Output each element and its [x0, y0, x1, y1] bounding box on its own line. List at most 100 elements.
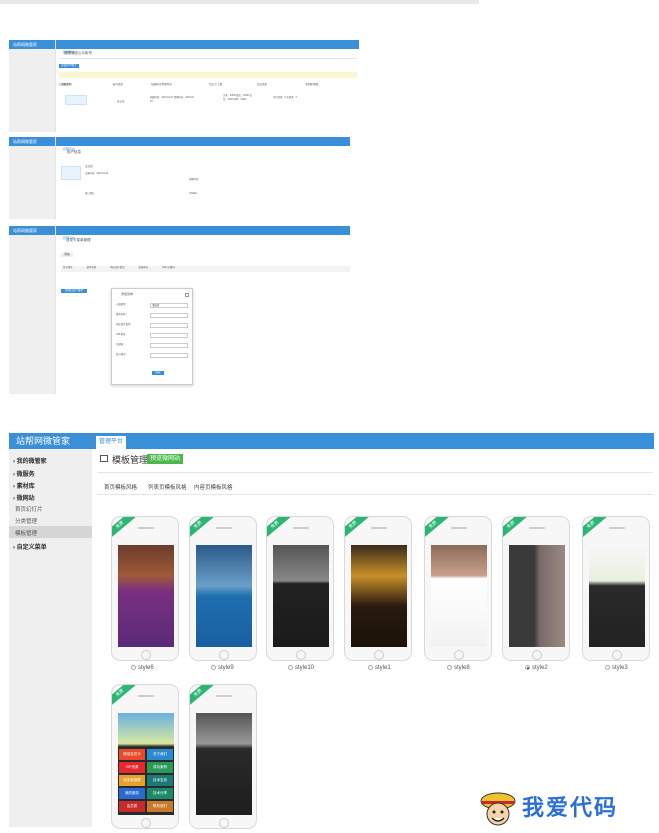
- cell-label: 会员秀: [126, 804, 138, 808]
- template-name: style8: [454, 665, 470, 672]
- template-card-style6[interactable]: 免费: [111, 516, 179, 661]
- template-card-style12[interactable]: 免费: [189, 684, 257, 829]
- radio-checked-icon[interactable]: [525, 665, 530, 670]
- page-title: 用户信息: [67, 150, 81, 154]
- pirate-mascot-icon: [480, 792, 516, 826]
- sidebar-item-templates[interactable]: 模板管理: [15, 529, 37, 537]
- user-logo: [61, 166, 81, 180]
- radio-icon[interactable]: [211, 665, 216, 670]
- header-bar: 管理平台: [56, 40, 359, 56]
- url-input[interactable]: [150, 333, 188, 338]
- account-type: 未认证: [117, 100, 125, 103]
- template-preview: [431, 545, 487, 647]
- header-bar-main: [92, 433, 654, 449]
- template-option-style9[interactable]: style9: [211, 665, 234, 671]
- template-card-style3[interactable]: 免费: [582, 516, 650, 661]
- template-option-style6[interactable]: style6: [131, 665, 154, 671]
- panel-userinfo: 站帮网微管家 管理平台 用户信息 会员组 注册时间：2015-01-24 到期时…: [9, 137, 350, 219]
- name-input[interactable]: [150, 313, 188, 318]
- sidebar-item-my-manager[interactable]: › 我的微管家: [13, 456, 47, 465]
- tab-list-style[interactable]: 列表页模板风格: [148, 483, 187, 491]
- template-preview: [196, 545, 252, 647]
- label-order: 显示顺序：: [116, 353, 128, 356]
- add-menu-dialog: 添加菜单 父级菜单： 请选择 菜单名称： 响应动作类型： URL地址： 关键词：…: [111, 288, 193, 385]
- tab-home-style[interactable]: 首页模板风格: [104, 483, 137, 491]
- sidebar-item-services[interactable]: › 微服务: [13, 469, 35, 478]
- save-button[interactable]: 保存: [152, 371, 164, 375]
- radio-icon[interactable]: [447, 665, 452, 670]
- menu-table-header: 显示顺序 菜单名称 响应动作类型 链接地址 URL/关键词: [61, 266, 350, 272]
- cell-label: 技术支持: [153, 778, 167, 782]
- publish-menu-button[interactable]: 生成自定义菜单: [61, 289, 87, 293]
- action-select[interactable]: [150, 323, 188, 328]
- order-input[interactable]: [150, 353, 188, 358]
- account-logo: [65, 95, 87, 105]
- cell-label: 成功案例: [153, 765, 167, 769]
- tab-content-style[interactable]: 内容页模板风格: [194, 483, 233, 491]
- label-keyword: 关键词：: [116, 343, 126, 346]
- tab-platform-main[interactable]: 管理平台: [96, 436, 126, 449]
- account-dates: 创建时间：2015-01-27 到期时间：2016-01-24: [150, 97, 195, 103]
- template-name: style10: [295, 665, 315, 672]
- radio-icon[interactable]: [131, 665, 136, 670]
- header-bar: 管理平台: [56, 226, 350, 242]
- cell-label: 技术分享: [153, 791, 167, 795]
- phone-home-button: [612, 650, 622, 660]
- template-option-style8[interactable]: style8: [447, 665, 470, 671]
- template-option-style10[interactable]: style10: [288, 665, 314, 671]
- template-name: style6: [138, 665, 154, 672]
- close-icon[interactable]: [185, 293, 189, 297]
- template-option-style2[interactable]: style2: [525, 665, 548, 671]
- panel-custom-menu: 站帮网微管家 管理平台 自定义菜单管理 添加 显示顺序 菜单名称 响应动作类型 …: [9, 226, 350, 394]
- template-option-style3[interactable]: style3: [605, 665, 628, 671]
- template-card-style1[interactable]: 免费: [344, 516, 412, 661]
- th-1: 帐号类型: [113, 83, 124, 86]
- template-card-style11[interactable]: 免费 微信会员卡 关于我们 VIP资源 成功案例 创业新观察 技术支持 我的服务…: [111, 684, 179, 829]
- th-1: 菜单名称: [86, 266, 97, 269]
- table-header: 公众号名称 帐号类型 创建时间/到期时间 已定义/上限 会员请求 请求数/限制: [59, 83, 357, 89]
- phone-speaker: [216, 695, 232, 697]
- top-strip: [0, 0, 479, 4]
- sidebar: 站帮网微管家: [9, 40, 56, 132]
- template-card-style8[interactable]: 免费: [424, 516, 492, 661]
- add-account-button[interactable]: 添加公众帐号: [59, 64, 79, 68]
- template-card-style2[interactable]: 免费: [502, 516, 570, 661]
- free-ribbon: 免费: [190, 685, 216, 709]
- radio-icon[interactable]: [288, 665, 293, 670]
- add-menu-button[interactable]: 添加: [61, 253, 73, 257]
- template-card-style10[interactable]: 免费: [266, 516, 334, 661]
- phone-home-button: [219, 818, 229, 828]
- cell-label: 创业新观察: [123, 778, 141, 782]
- th-4: URL/关键词: [162, 266, 175, 269]
- parent-select[interactable]: 请选择: [150, 303, 188, 308]
- template-preview: [196, 713, 252, 815]
- sidebar-brand: 站帮网微管家: [9, 226, 55, 235]
- free-ribbon: 免费: [345, 517, 371, 541]
- template-card-style9[interactable]: 免费: [189, 516, 257, 661]
- th-0: 公众号名称: [59, 83, 72, 86]
- notice-bar: 温馨提示：: [59, 72, 357, 86]
- phone-speaker: [609, 527, 625, 529]
- template-option-style1[interactable]: style1: [368, 665, 391, 671]
- radio-icon[interactable]: [368, 665, 373, 670]
- th-0: 显示顺序: [63, 266, 73, 269]
- user-expire: 到期时间：: [189, 179, 201, 181]
- sidebar-item-slides[interactable]: 首页幻灯片: [15, 505, 43, 513]
- sidebar-item-microsite[interactable]: › 微网站: [13, 493, 35, 502]
- user-reg: 注册时间：2015-01-24: [85, 173, 109, 175]
- sidebar-item-materials[interactable]: › 素材库: [13, 481, 35, 490]
- phone-speaker: [138, 527, 154, 529]
- sidebar-item-custom-menu[interactable]: › 自定义菜单: [13, 542, 47, 551]
- keyword-input[interactable]: [150, 343, 188, 348]
- sidebar-item-label: 素材库: [16, 484, 35, 490]
- phone-speaker: [371, 527, 387, 529]
- page-title: 自定义菜单管理: [66, 238, 91, 242]
- watermark-text: 我爱代码: [522, 796, 619, 821]
- preview-site-button[interactable]: 预览微网站: [147, 454, 184, 464]
- divider: [97, 472, 653, 473]
- radio-icon[interactable]: [605, 665, 610, 670]
- sidebar-item-categories[interactable]: 分类管理: [15, 517, 37, 525]
- brand-title: 站帮网微管家: [9, 433, 92, 449]
- cell-label: 微信会员卡: [123, 752, 141, 756]
- dialog-title: 添加菜单: [121, 292, 134, 296]
